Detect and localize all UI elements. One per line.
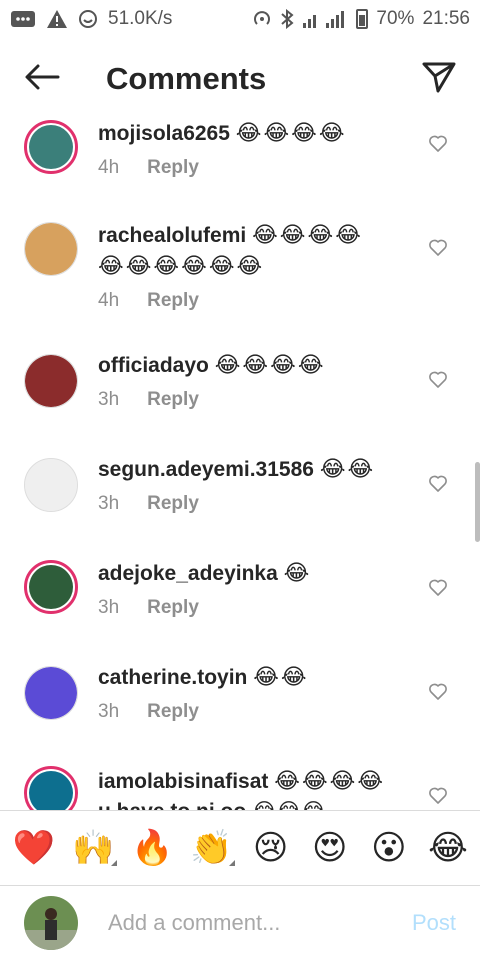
- network-speed: 51.0K/s: [108, 8, 173, 29]
- skin-tone-indicator-icon: [229, 860, 236, 866]
- message-icon: [10, 10, 36, 28]
- reaction-surprised[interactable]: 😮: [365, 824, 413, 872]
- comment-time: 3h: [98, 389, 120, 410]
- comment-text: 😂😂: [319, 456, 376, 481]
- battery-icon: [356, 9, 369, 29]
- comment-text: 😂: [283, 560, 312, 585]
- avatar[interactable]: [24, 560, 78, 614]
- avatar[interactable]: [24, 458, 78, 512]
- comment-input[interactable]: Add a comment...: [108, 910, 412, 936]
- comment-text: 😂😂😂😂: [235, 120, 347, 145]
- comment-text: 😂😂😂😂: [214, 352, 326, 377]
- reaction-clap[interactable]: 👏: [187, 824, 236, 872]
- comment-username[interactable]: segun.adeyemi.31586: [98, 458, 314, 481]
- comments-header: Comments: [0, 38, 480, 120]
- avatar[interactable]: [24, 766, 78, 810]
- status-bar: 51.0K/s 70% 21:56: [0, 0, 480, 38]
- warning-icon: [46, 9, 68, 29]
- reply-button[interactable]: Reply: [147, 493, 199, 515]
- comment-text-continued: 😂😂😂😂😂😂: [98, 253, 265, 278]
- quick-reactions-bar: ❤️ 🙌 🔥 👏 😢 😍 😮 😂: [0, 810, 480, 885]
- reaction-heart[interactable]: ❤️: [10, 824, 58, 872]
- avatar[interactable]: [24, 222, 78, 276]
- comment-list[interactable]: mojisola6265 😂😂😂😂 4h Reply rachealolufemi…: [0, 110, 480, 810]
- reaction-laughing[interactable]: 😂: [424, 824, 472, 872]
- skin-tone-indicator-icon: [111, 860, 118, 866]
- like-heart-icon[interactable]: [428, 474, 448, 494]
- like-heart-icon[interactable]: [428, 134, 448, 154]
- comment-username[interactable]: officiadayo: [98, 354, 209, 377]
- bluetooth-icon: [280, 9, 294, 29]
- raised-hands-emoji: 🙌: [71, 829, 115, 867]
- battery-percent: 70%: [376, 8, 415, 29]
- comment-time: 3h: [98, 493, 120, 514]
- clap-emoji: 👏: [190, 829, 233, 867]
- reaction-heart-eyes[interactable]: 😍: [306, 824, 354, 872]
- clock: 21:56: [422, 8, 470, 29]
- reaction-fire[interactable]: 🔥: [128, 824, 176, 872]
- reply-button[interactable]: Reply: [147, 290, 199, 312]
- comment-composer: Add a comment... Post: [0, 885, 480, 960]
- comment-username[interactable]: iamolabisinafisat: [98, 770, 268, 793]
- scrollbar[interactable]: [475, 462, 480, 542]
- avatar[interactable]: [24, 666, 78, 720]
- comment-time: 3h: [98, 597, 120, 618]
- comment-time: 4h: [98, 290, 120, 311]
- reply-button[interactable]: Reply: [147, 157, 199, 179]
- back-arrow-icon[interactable]: [24, 63, 60, 96]
- post-button[interactable]: Post: [412, 910, 456, 936]
- comment-time: 3h: [98, 701, 120, 722]
- like-heart-icon[interactable]: [428, 238, 448, 258]
- avatar[interactable]: [24, 354, 78, 408]
- send-icon[interactable]: [422, 61, 456, 98]
- comment-username[interactable]: adejoke_adeyinka: [98, 562, 278, 585]
- signal-icon: [302, 9, 348, 29]
- reply-button[interactable]: Reply: [147, 701, 199, 723]
- comment-time: 4h: [98, 157, 120, 178]
- smiley-status-icon: [78, 9, 98, 29]
- comment-username[interactable]: rachealolufemi: [98, 224, 246, 247]
- like-heart-icon[interactable]: [428, 682, 448, 702]
- comment-text: 😂😂: [253, 664, 309, 689]
- comment-username[interactable]: mojisola6265: [98, 122, 230, 145]
- my-avatar: [24, 896, 78, 950]
- page-title: Comments: [106, 61, 267, 96]
- comment-text-continued: u have to ni oo 😂😂😂: [98, 800, 326, 810]
- comment-text: 😂😂😂😂: [252, 222, 363, 247]
- like-heart-icon[interactable]: [428, 786, 448, 806]
- comment-text: 😂😂😂😂: [274, 768, 386, 793]
- reaction-crying[interactable]: 😢: [247, 824, 295, 872]
- avatar[interactable]: [24, 120, 78, 174]
- like-heart-icon[interactable]: [428, 370, 448, 390]
- reaction-raised-hands[interactable]: 🙌: [69, 824, 118, 872]
- hotspot-icon: [252, 9, 272, 29]
- comment-username[interactable]: catherine.toyin: [98, 666, 247, 689]
- like-heart-icon[interactable]: [428, 578, 448, 598]
- reply-button[interactable]: Reply: [147, 389, 199, 411]
- reply-button[interactable]: Reply: [147, 597, 199, 619]
